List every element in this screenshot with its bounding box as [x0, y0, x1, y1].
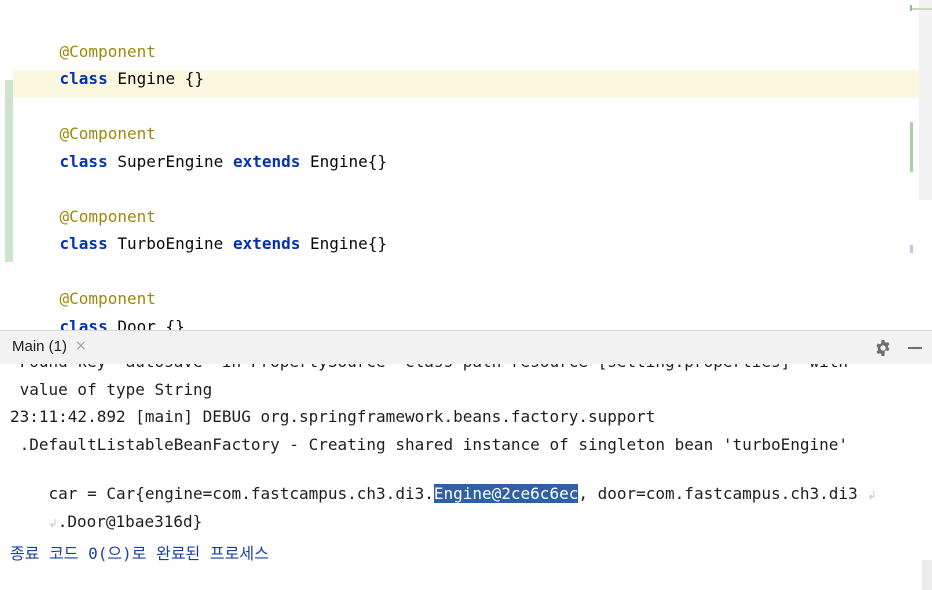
code-line-8[interactable]: class TurboEngine extends Engine{}	[21, 211, 388, 253]
keyword: extends	[232, 152, 301, 171]
keyword: extends	[232, 234, 301, 253]
console-line: ↲.Door@1bae316d}	[10, 489, 203, 531]
code-line-2[interactable]: class Engine {}	[21, 46, 205, 88]
console-scrollbar[interactable]	[922, 560, 932, 590]
console-line-output: car = Car{engine=com.fastcampus.ch3.di3.…	[10, 461, 877, 503]
error-stripe-marker[interactable]	[910, 5, 912, 11]
console-line: value of type String	[10, 380, 213, 399]
class-name: SuperEngine	[107, 152, 233, 171]
code-editor[interactable]: @Component class Engine {} @Component cl…	[0, 0, 932, 330]
soft-wrap-icon: ↲	[48, 517, 58, 530]
selected-text[interactable]: Engine@2ce6c6ec	[433, 484, 579, 503]
class-name: Door {}	[107, 317, 185, 330]
class-name: Engine {}	[107, 69, 205, 88]
console-line: 23:11:42.892 [main] DEBUG org.springfram…	[10, 407, 656, 426]
tab-main[interactable]: Main (1) ×	[0, 331, 97, 364]
console-line: .DefaultListableBeanFactory - Creating s…	[10, 435, 849, 454]
output-text: .Door@1bae316d}	[57, 512, 203, 531]
minimize-icon[interactable]	[905, 338, 925, 358]
gear-icon[interactable]	[873, 338, 893, 358]
code-line-4[interactable]: @Component	[21, 101, 156, 143]
close-icon[interactable]: ×	[75, 338, 87, 354]
run-tool-window-header: Main (1) ×	[0, 330, 932, 364]
error-stripe-marker[interactable]	[910, 8, 932, 10]
keyword: class	[59, 317, 108, 330]
info-stripe-marker[interactable]	[910, 245, 913, 253]
output-text: , door=com.fastcampus.ch3.di3	[578, 484, 858, 503]
keyword: class	[59, 152, 108, 171]
editor-scrollbar[interactable]	[919, 0, 932, 200]
keyword: class	[59, 69, 108, 88]
tab-label: Main (1)	[12, 337, 68, 355]
console-line: Found key 'autosave' in PropertySource '…	[10, 364, 848, 373]
code-line-10[interactable]: @Component	[21, 266, 156, 308]
run-console[interactable]: Found key 'autosave' in PropertySource '…	[0, 364, 932, 590]
superclass: Engine{}	[300, 152, 388, 171]
superclass: Engine{}	[300, 234, 388, 253]
code-line-1[interactable]: @Component	[21, 19, 156, 61]
class-name: TurboEngine	[107, 234, 233, 253]
process-exit-message: 종료 코드 0(으)로 완료된 프로세스	[10, 544, 269, 563]
code-line-11[interactable]: class Door {}	[21, 294, 185, 330]
change-stripe-marker[interactable]	[910, 122, 913, 172]
soft-wrap-icon: ↲	[867, 489, 877, 502]
code-line-7[interactable]: @Component	[21, 184, 156, 226]
code-line-5[interactable]: class SuperEngine extends Engine{}	[21, 129, 388, 171]
vcs-change-marker[interactable]	[5, 80, 13, 262]
keyword: class	[59, 234, 108, 253]
